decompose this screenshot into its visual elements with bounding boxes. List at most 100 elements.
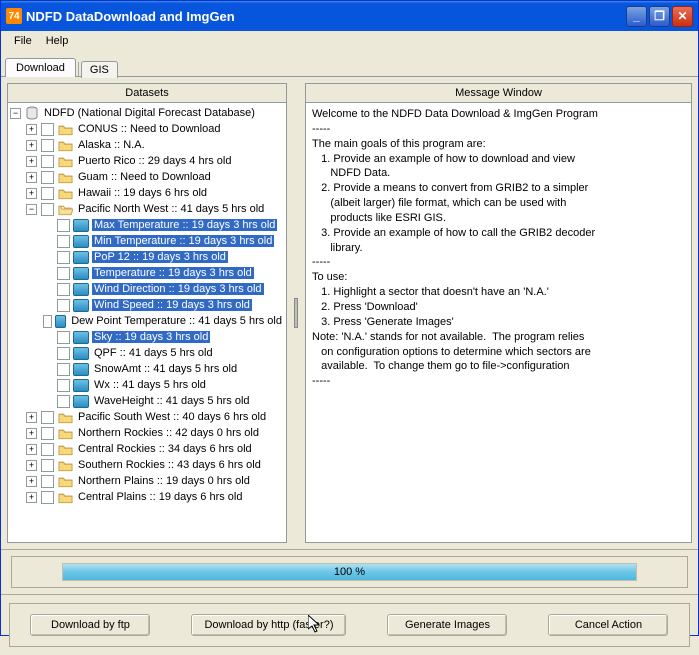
expander-icon[interactable]: + <box>26 124 37 135</box>
tree-folder[interactable]: + Hawaii :: 19 days 6 hrs old <box>10 185 284 201</box>
tree-folder[interactable]: + Alaska :: N.A. <box>10 137 284 153</box>
minimize-button[interactable]: _ <box>626 6 647 27</box>
tree-label[interactable]: NDFD (National Digital Forecast Database… <box>42 107 257 119</box>
checkbox[interactable] <box>41 459 54 472</box>
tree-folder[interactable]: + Central Plains :: 19 days 6 hrs old <box>10 489 284 505</box>
tree-label[interactable]: Central Plains :: 19 days 6 hrs old <box>76 491 244 503</box>
checkbox[interactable] <box>41 443 54 456</box>
datasets-tree[interactable]: − NDFD (National Digital Forecast Databas… <box>8 103 286 542</box>
checkbox[interactable] <box>41 203 54 216</box>
menu-help[interactable]: Help <box>39 33 76 49</box>
tree-label[interactable]: Guam :: Need to Download <box>76 171 213 183</box>
menu-file[interactable]: File <box>7 33 39 49</box>
tree-label[interactable]: WaveHeight :: 41 days 5 hrs old <box>92 395 252 407</box>
checkbox[interactable] <box>57 299 70 312</box>
tree-folder[interactable]: − Pacific North West :: 41 days 5 hrs old <box>10 201 284 217</box>
checkbox[interactable] <box>41 139 54 152</box>
tree-label[interactable]: Wind Speed :: 19 days 3 hrs old <box>92 299 252 311</box>
tree-item[interactable]: Min Temperature :: 19 days 3 hrs old <box>10 233 284 249</box>
expander-icon[interactable]: + <box>26 188 37 199</box>
checkbox[interactable] <box>41 427 54 440</box>
tree-item[interactable]: WaveHeight :: 41 days 5 hrs old <box>10 393 284 409</box>
expander-icon[interactable]: + <box>26 156 37 167</box>
tab-gis[interactable]: GIS <box>81 61 118 78</box>
tree-label[interactable]: SnowAmt :: 41 days 5 hrs old <box>92 363 239 375</box>
maximize-button[interactable]: ❐ <box>649 6 670 27</box>
title-bar[interactable]: 74 NDFD DataDownload and ImgGen _ ❐ ✕ <box>1 1 698 31</box>
tree-label[interactable]: Sky :: 19 days 3 hrs old <box>92 331 210 343</box>
checkbox[interactable] <box>57 251 70 264</box>
tree-folder[interactable]: + Northern Plains :: 19 days 0 hrs old <box>10 473 284 489</box>
tree-label[interactable]: Max Temperature :: 19 days 3 hrs old <box>92 219 277 231</box>
expander-icon[interactable]: + <box>26 460 37 471</box>
checkbox[interactable] <box>41 155 54 168</box>
tree-folder[interactable]: + Puerto Rico :: 29 days 4 hrs old <box>10 153 284 169</box>
checkbox[interactable] <box>57 363 70 376</box>
checkbox[interactable] <box>57 267 70 280</box>
checkbox[interactable] <box>57 379 70 392</box>
tree-label[interactable]: Northern Rockies :: 42 days 0 hrs old <box>76 427 261 439</box>
expander-icon[interactable]: − <box>26 204 37 215</box>
expander-icon[interactable]: + <box>26 412 37 423</box>
checkbox[interactable] <box>57 283 70 296</box>
checkbox[interactable] <box>41 411 54 424</box>
checkbox[interactable] <box>41 171 54 184</box>
tree-folder[interactable]: + Pacific South West :: 40 days 6 hrs old <box>10 409 284 425</box>
tree-item[interactable]: Wind Speed :: 19 days 3 hrs old <box>10 297 284 313</box>
tree-label[interactable]: Pacific North West :: 41 days 5 hrs old <box>76 203 266 215</box>
download-http-button[interactable]: Download by http (faster?) <box>191 614 346 636</box>
tree-item[interactable]: Wind Direction :: 19 days 3 hrs old <box>10 281 284 297</box>
tree-root[interactable]: − NDFD (National Digital Forecast Databas… <box>10 105 284 121</box>
tree-label[interactable]: Pacific South West :: 40 days 6 hrs old <box>76 411 268 423</box>
checkbox[interactable] <box>57 219 70 232</box>
expander-icon[interactable]: + <box>26 140 37 151</box>
tree-item[interactable]: SnowAmt :: 41 days 5 hrs old <box>10 361 284 377</box>
expander-icon[interactable]: − <box>10 108 21 119</box>
tree-label[interactable]: Southern Rockies :: 43 days 6 hrs old <box>76 459 263 471</box>
tree-label[interactable]: Temperature :: 19 days 3 hrs old <box>92 267 254 279</box>
tree-folder[interactable]: + Northern Rockies :: 42 days 0 hrs old <box>10 425 284 441</box>
tree-label[interactable]: Alaska :: N.A. <box>76 139 147 151</box>
checkbox[interactable] <box>57 347 70 360</box>
checkbox[interactable] <box>41 187 54 200</box>
tree-item[interactable]: QPF :: 41 days 5 hrs old <box>10 345 284 361</box>
expander-icon[interactable]: + <box>26 428 37 439</box>
tree-label[interactable]: Puerto Rico :: 29 days 4 hrs old <box>76 155 233 167</box>
tree-label[interactable]: PoP 12 :: 19 days 3 hrs old <box>92 251 228 263</box>
download-ftp-button[interactable]: Download by ftp <box>30 614 150 636</box>
checkbox[interactable] <box>41 475 54 488</box>
checkbox[interactable] <box>43 315 52 328</box>
checkbox[interactable] <box>57 395 70 408</box>
cancel-action-button[interactable]: Cancel Action <box>548 614 668 636</box>
checkbox[interactable] <box>41 491 54 504</box>
checkbox[interactable] <box>41 123 54 136</box>
tree-item[interactable]: Max Temperature :: 19 days 3 hrs old <box>10 217 284 233</box>
tree-folder[interactable]: + CONUS :: Need to Download <box>10 121 284 137</box>
checkbox[interactable] <box>57 235 70 248</box>
tree-item[interactable]: Dew Point Temperature :: 41 days 5 hrs o… <box>10 313 284 329</box>
tree-folder[interactable]: + Central Rockies :: 34 days 6 hrs old <box>10 441 284 457</box>
splitter[interactable] <box>293 83 299 543</box>
expander-icon[interactable]: + <box>26 444 37 455</box>
tree-label[interactable]: Dew Point Temperature :: 41 days 5 hrs o… <box>69 315 284 327</box>
tree-folder[interactable]: + Guam :: Need to Download <box>10 169 284 185</box>
tree-label[interactable]: CONUS :: Need to Download <box>76 123 222 135</box>
checkbox[interactable] <box>57 331 70 344</box>
tree-item[interactable]: PoP 12 :: 19 days 3 hrs old <box>10 249 284 265</box>
tree-folder[interactable]: + Southern Rockies :: 43 days 6 hrs old <box>10 457 284 473</box>
close-button[interactable]: ✕ <box>672 6 693 27</box>
tree-label[interactable]: Hawaii :: 19 days 6 hrs old <box>76 187 209 199</box>
tree-item[interactable]: Sky :: 19 days 3 hrs old <box>10 329 284 345</box>
expander-icon[interactable]: + <box>26 492 37 503</box>
tree-label[interactable]: Northern Plains :: 19 days 0 hrs old <box>76 475 252 487</box>
generate-images-button[interactable]: Generate Images <box>387 614 507 636</box>
tree-label[interactable]: QPF :: 41 days 5 hrs old <box>92 347 215 359</box>
tree-label[interactable]: Min Temperature :: 19 days 3 hrs old <box>92 235 274 247</box>
tree-label[interactable]: Wind Direction :: 19 days 3 hrs old <box>92 283 264 295</box>
tree-label[interactable]: Wx :: 41 days 5 hrs old <box>92 379 208 391</box>
tab-download[interactable]: Download <box>5 58 76 77</box>
expander-icon[interactable]: + <box>26 172 37 183</box>
expander-icon[interactable]: + <box>26 476 37 487</box>
tree-item[interactable]: Wx :: 41 days 5 hrs old <box>10 377 284 393</box>
tree-label[interactable]: Central Rockies :: 34 days 6 hrs old <box>76 443 254 455</box>
